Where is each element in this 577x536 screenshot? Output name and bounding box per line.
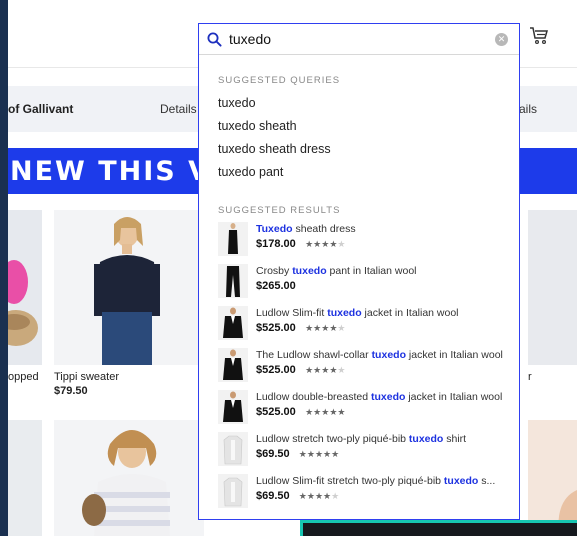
star-icon: ★: [337, 323, 346, 333]
star-icon: ★: [331, 491, 340, 501]
star-icon: ★: [337, 239, 346, 249]
result-title: Tuxedo sheath dress: [256, 223, 356, 235]
product-image[interactable]: [54, 420, 204, 536]
star-icon: ★: [305, 239, 314, 249]
star-icon: ★: [331, 449, 340, 459]
rating-stars: ★★★★★: [305, 239, 345, 250]
banner-text: NEW THIS V: [10, 156, 212, 187]
product-image[interactable]: [54, 210, 204, 365]
overlay-panel: [300, 520, 577, 536]
suggested-result[interactable]: Ludlow Slim-fit stretch two-ply piqué-bi…: [218, 474, 518, 512]
search-bar: ✕: [199, 24, 519, 55]
result-price: $265.00: [256, 280, 296, 292]
rating-stars: ★★★★★: [299, 449, 339, 460]
subnav-brand[interactable]: of Gallivant: [8, 102, 73, 116]
suggested-result[interactable]: The Ludlow shawl-collar tuxedo jacket in…: [218, 348, 518, 386]
star-icon: ★: [305, 407, 314, 417]
star-icon: ★: [305, 365, 314, 375]
result-thumbnail: [218, 264, 248, 298]
query-highlight: tuxedo: [408, 433, 444, 445]
product-name[interactable]: r: [528, 371, 532, 383]
suggested-result[interactable]: Tuxedo sheath dress $178.00 ★★★★★: [218, 222, 518, 260]
result-title: Ludlow stretch two-ply piqué-bib tuxedo …: [256, 433, 467, 445]
query-highlight: tuxedo: [371, 349, 406, 361]
star-icon: ★: [305, 323, 314, 333]
result-title: The Ludlow shawl-collar tuxedo jacket in…: [256, 349, 503, 361]
result-thumbnail: [218, 306, 248, 340]
suggested-query[interactable]: tuxedo sheath dress: [218, 142, 331, 156]
result-price: $525.00: [256, 364, 296, 376]
hat-illustration: [8, 260, 38, 346]
star-icon: ★: [337, 365, 346, 375]
query-highlight: Tuxedo: [256, 223, 293, 235]
subnav-details-link-right[interactable]: ails: [519, 102, 537, 116]
model-striped-sweater-illustration: [82, 430, 170, 536]
star-icon: ★: [298, 449, 307, 459]
search-icon: [207, 32, 222, 47]
suggested-result[interactable]: Ludlow stretch two-ply piqué-bib tuxedo …: [218, 432, 518, 470]
model-illustration: [558, 490, 577, 536]
suggested-result[interactable]: Ludlow Slim-fit tuxedo jacket in Italian…: [218, 306, 518, 344]
rating-stars: ★★★★★: [305, 407, 345, 418]
star-icon: ★: [323, 491, 332, 501]
star-icon: ★: [314, 449, 324, 459]
result-thumbnail: [218, 390, 248, 424]
star-icon: ★: [314, 491, 324, 501]
rating-stars: ★★★★★: [305, 365, 345, 376]
product-name[interactable]: opped: [8, 371, 39, 383]
clear-search-icon[interactable]: ✕: [495, 33, 508, 46]
cart-icon[interactable]: [529, 26, 549, 46]
result-title: Ludlow Slim-fit stretch two-ply piqué-bi…: [256, 475, 496, 487]
suggested-result[interactable]: Crosby tuxedo pant in Italian wool $265.0…: [218, 264, 518, 302]
query-highlight: tuxedo: [327, 307, 362, 319]
suggested-query[interactable]: tuxedo pant: [218, 165, 283, 179]
search-input[interactable]: [229, 28, 479, 50]
query-highlight: tuxedo: [292, 265, 327, 277]
suggested-result[interactable]: Ludlow double-breasted tuxedo jacket in …: [218, 390, 518, 428]
result-thumbnail: [218, 222, 248, 256]
result-price: $69.50: [256, 490, 290, 502]
result-thumbnail: [218, 348, 248, 382]
result-title: Ludlow double-breasted tuxedo jacket in …: [256, 391, 503, 403]
star-icon: ★: [298, 491, 307, 501]
suggested-query[interactable]: tuxedo: [218, 96, 256, 110]
suggested-query[interactable]: tuxedo sheath: [218, 119, 297, 133]
result-price: $525.00: [256, 406, 296, 418]
rating-stars: ★★★★★: [299, 491, 339, 502]
product-price: $79.50: [54, 385, 88, 397]
subnav-details-link[interactable]: Details: [160, 102, 197, 116]
star-icon: ★: [337, 407, 346, 417]
query-highlight: tuxedo: [371, 391, 406, 403]
result-thumbnail: [218, 474, 248, 508]
star-icon: ★: [323, 449, 332, 459]
result-price: $69.50: [256, 448, 290, 460]
product-name[interactable]: Tippi sweater: [54, 371, 119, 383]
result-price: $525.00: [256, 322, 296, 334]
product-image[interactable]: [8, 210, 42, 365]
product-image[interactable]: [528, 420, 577, 536]
result-title: Ludlow Slim-fit tuxedo jacket in Italian…: [256, 307, 459, 319]
query-highlight: tuxedo: [443, 475, 479, 487]
product-image[interactable]: [8, 420, 42, 536]
suggested-queries-title: SUGGESTED QUERIES: [218, 75, 341, 86]
rating-stars: ★★★★★: [305, 323, 345, 334]
star-icon: ★: [306, 449, 315, 459]
suggested-results-title: SUGGESTED RESULTS: [218, 205, 341, 216]
star-icon: ★: [306, 491, 315, 501]
result-price: $178.00: [256, 238, 296, 250]
search-dropdown: ✕ SUGGESTED QUERIES tuxedo tuxedo sheath…: [198, 23, 520, 520]
product-image[interactable]: [528, 210, 577, 365]
result-thumbnail: [218, 432, 248, 466]
result-title: Crosby tuxedo pant in Italian wool: [256, 265, 417, 277]
model-sweater-illustration: [94, 217, 160, 365]
